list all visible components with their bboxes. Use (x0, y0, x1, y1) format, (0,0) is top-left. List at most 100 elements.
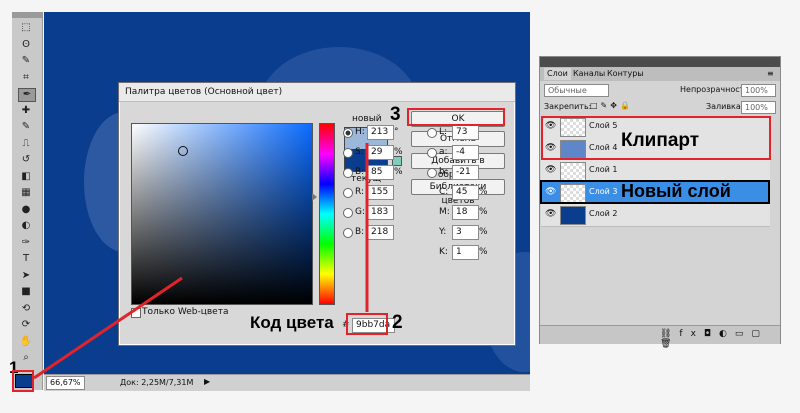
shape-icon[interactable]: ■ (18, 286, 34, 298)
label-y: Y: (439, 227, 447, 237)
field-l[interactable]: 73 (452, 125, 479, 140)
layer-row[interactable]: 👁 Слой 2 (541, 204, 770, 227)
clipart-label: Клипарт (621, 130, 700, 151)
fill-field[interactable]: 100% (741, 101, 776, 114)
label-s: S: (355, 147, 364, 157)
tools-grip (12, 12, 42, 18)
label-k: K: (439, 247, 448, 257)
label-h: H: (355, 127, 365, 137)
field-c[interactable]: 45 (452, 185, 479, 200)
label-r: R: (355, 187, 365, 197)
web-colors-label: Только Web-цвета (142, 307, 229, 317)
lock-icons[interactable]: □✎✥🔒 (590, 101, 633, 110)
radio-bv[interactable] (343, 168, 353, 178)
field-g[interactable]: 183 (367, 205, 394, 220)
unit-k: % (479, 247, 488, 257)
field-a[interactable]: -4 (452, 145, 479, 160)
hue-slider-handle[interactable] (312, 193, 317, 201)
layer-name: Слой 1 (589, 165, 618, 174)
radio-a[interactable] (427, 148, 437, 158)
quick-select-icon[interactable]: ✎ (18, 55, 34, 67)
field-m[interactable]: 18 (452, 205, 479, 220)
unit-s: % (394, 147, 403, 157)
unit-m: % (479, 207, 488, 217)
color-field-cursor[interactable] (178, 146, 188, 156)
new-layer-label: Новый слой (621, 181, 731, 201)
color-field[interactable] (131, 123, 313, 305)
panel-tabs: Слои Каналы Контуры ≡ (540, 67, 780, 81)
label-c: C: (439, 187, 449, 197)
layer-name: Слой 2 (589, 209, 618, 218)
radio-b[interactable] (427, 168, 437, 178)
type-icon[interactable]: T (18, 253, 34, 265)
layer-footer-icons[interactable]: ⛓fx◘◐▭▢🗑 (660, 329, 780, 349)
fill-label: Заливка: (706, 102, 744, 111)
unit-bv: % (394, 167, 403, 177)
field-s[interactable]: 29 (367, 145, 394, 160)
unit-y: % (479, 227, 488, 237)
radio-l[interactable] (427, 128, 437, 138)
3d-rotate-icon[interactable]: ⟲ (18, 303, 34, 315)
radio-g[interactable] (343, 208, 353, 218)
radio-s[interactable] (343, 148, 353, 158)
marquee-icon[interactable]: ⬚ (18, 22, 34, 34)
eyedropper-icon[interactable]: ✒ (18, 88, 36, 102)
field-h[interactable]: 213 (367, 125, 394, 140)
history-brush-icon[interactable]: ↺ (18, 154, 34, 166)
label-l: L: (439, 127, 448, 137)
new-color-label: новый (352, 114, 382, 124)
field-k[interactable]: 1 (452, 245, 479, 260)
brush-icon[interactable]: ✎ (18, 121, 34, 133)
unit-h: ° (394, 127, 399, 137)
hue-slider[interactable] (319, 123, 335, 305)
lasso-icon[interactable]: ʘ (18, 39, 34, 51)
dodge-icon[interactable]: ◐ (18, 220, 34, 232)
eye-icon[interactable]: 👁 (545, 210, 556, 219)
zoom-field[interactable]: 66,67% (46, 376, 85, 390)
zoom-icon[interactable]: ⌕ (18, 352, 34, 364)
label-bb: B: (355, 227, 365, 237)
hand-icon[interactable]: ✋ (18, 336, 34, 348)
eye-icon[interactable]: 👁 (545, 166, 556, 175)
hex-highlight (346, 313, 388, 335)
field-r[interactable]: 155 (367, 185, 394, 200)
foreground-highlight (12, 370, 34, 392)
label-g: G: (355, 207, 366, 217)
tab-paths[interactable]: Контуры (604, 68, 647, 80)
field-bb[interactable]: 218 (367, 225, 394, 240)
color-code-label: Код цвета (250, 313, 334, 332)
radio-bb[interactable] (343, 228, 353, 238)
label-bv: B: (355, 167, 365, 177)
path-select-icon[interactable]: ➤ (18, 270, 34, 282)
status-bar: 66,67% Док: 2,25M/7,31M ▶ (44, 374, 530, 391)
unit-c: % (479, 187, 488, 197)
healing-icon[interactable]: ✚ (18, 105, 34, 117)
layers-footer: ⛓fx◘◐▭▢🗑 (540, 325, 780, 349)
blur-icon[interactable]: ● (18, 204, 34, 216)
opacity-field[interactable]: 100% (741, 84, 776, 97)
gradient-icon[interactable]: ▦ (18, 187, 34, 199)
status-arrow-icon[interactable]: ▶ (204, 377, 210, 386)
radio-h[interactable] (343, 128, 353, 138)
label-a: a: (439, 147, 448, 157)
label-b: b: (439, 167, 448, 177)
eraser-icon[interactable]: ◧ (18, 171, 34, 183)
field-y[interactable]: 3 (452, 225, 479, 240)
radio-r[interactable] (343, 188, 353, 198)
crop-icon[interactable]: ⌗ (18, 72, 34, 84)
label-m: M: (439, 207, 450, 217)
web-colors-checkbox[interactable] (131, 308, 141, 318)
tab-channels[interactable]: Каналы (570, 68, 608, 80)
tab-layers[interactable]: Слои (544, 68, 571, 80)
ok-highlight (407, 108, 505, 126)
blend-mode-select[interactable]: Обычные (544, 84, 609, 97)
layer-thumbnail (560, 206, 586, 225)
field-bv[interactable]: 85 (367, 165, 394, 180)
annotation-two: 2 (392, 312, 403, 333)
stamp-icon[interactable]: ⎍ (18, 138, 34, 150)
pen-icon[interactable]: ✑ (18, 237, 34, 249)
panel-menu-icon[interactable]: ≡ (767, 69, 774, 78)
3d-orbit-icon[interactable]: ⟳ (18, 319, 34, 331)
field-b[interactable]: -21 (452, 165, 479, 180)
lock-label: Закрепить: (544, 102, 592, 111)
